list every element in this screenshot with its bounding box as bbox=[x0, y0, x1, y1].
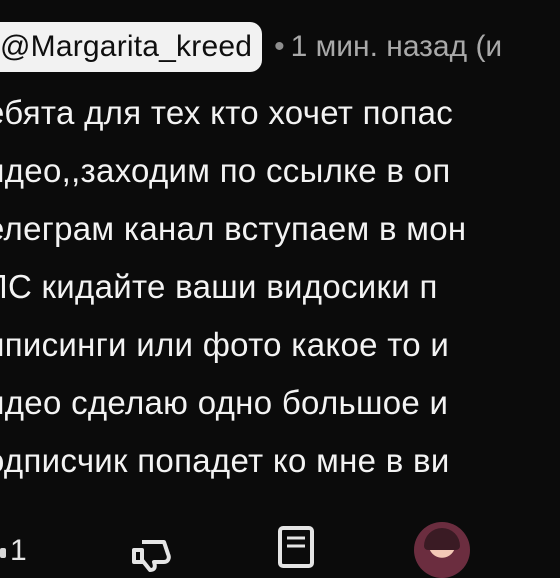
separator-dot: • bbox=[274, 30, 285, 63]
like-count: 1 bbox=[10, 534, 27, 567]
comment-line: одписчик попадет ко мне в ви bbox=[0, 442, 450, 479]
comment-line: ЛС кидайте ваши видосики п bbox=[0, 268, 438, 305]
reply-icon[interactable] bbox=[274, 524, 318, 572]
comment-line: идео сделаю одно большое и bbox=[0, 384, 449, 421]
comment-line: елеграм канал вступаем в мон bbox=[0, 210, 467, 247]
like-icon[interactable] bbox=[0, 548, 6, 558]
author-handle[interactable]: @Margarita_kreed bbox=[0, 22, 263, 72]
comment-header: @Margarita_kreed • 1 мин. назад (и bbox=[0, 20, 560, 74]
author-avatar[interactable] bbox=[414, 522, 470, 578]
comment-body: ебята для тех кто хочет попас идео,,захо… bbox=[0, 84, 560, 490]
dislike-icon[interactable] bbox=[128, 528, 172, 572]
comment-actions: 1 bbox=[0, 520, 560, 578]
comment-time: 1 мин. назад (и bbox=[290, 30, 503, 63]
comment-line: идео,,заходим по ссылке в оп bbox=[0, 152, 451, 189]
comment-line: иписинги или фото какое то и bbox=[0, 326, 450, 363]
comment-line: ебята для тех кто хочет попас bbox=[0, 94, 454, 131]
